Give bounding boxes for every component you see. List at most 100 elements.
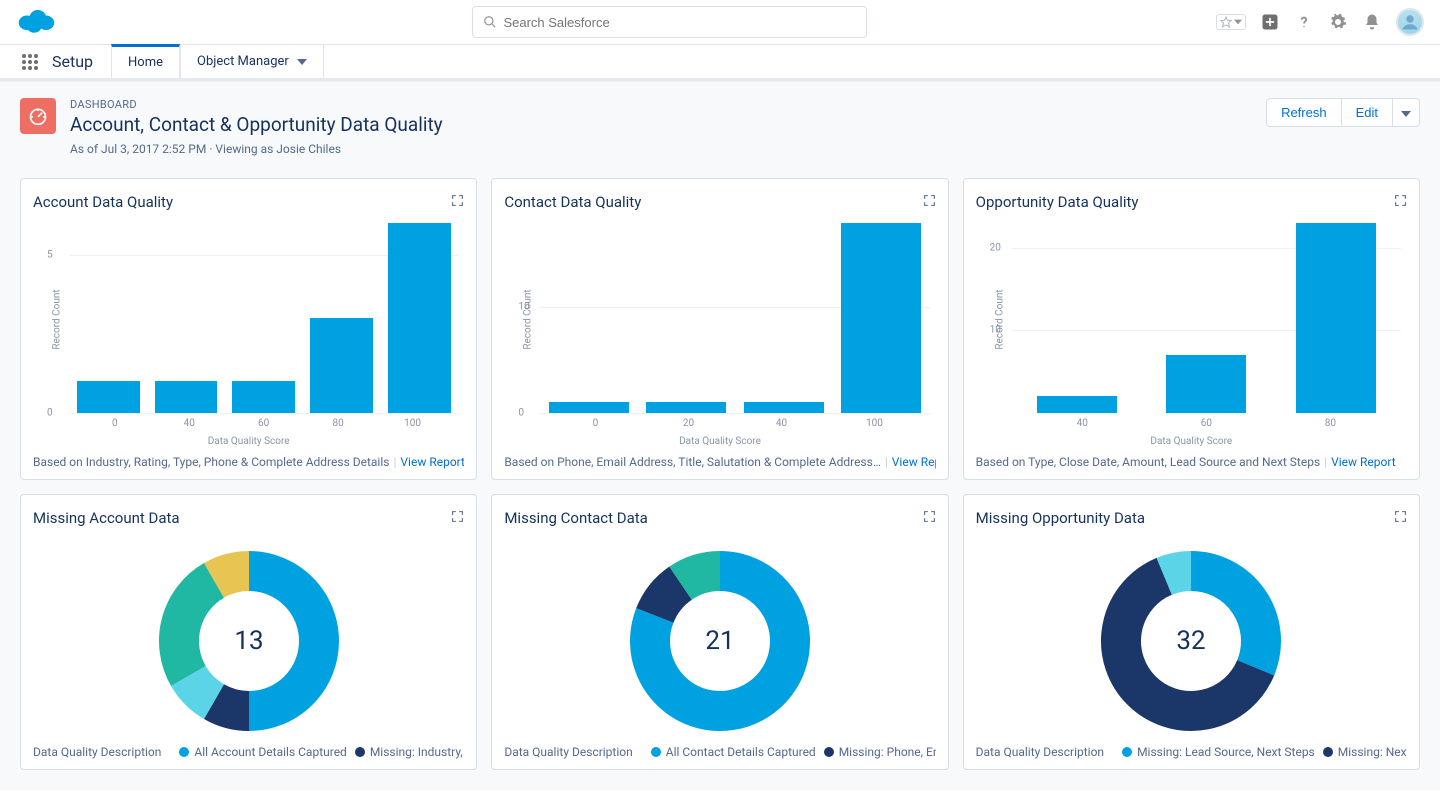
page-subtitle: As of Jul 3, 2017 2:52 PM · Viewing as J… xyxy=(70,142,443,156)
donut-center-value: 13 xyxy=(234,626,263,656)
bar[interactable] xyxy=(77,223,140,413)
tab-object-manager[interactable]: Object Manager xyxy=(180,45,324,78)
card-footer: Based on Industry, Rating, Type, Phone &… xyxy=(33,455,464,469)
y-axis-label: Record Count xyxy=(994,289,1005,349)
legend-swatch xyxy=(1323,747,1333,757)
edit-button[interactable]: Edit xyxy=(1342,98,1393,127)
card-footer: Based on Type, Close Date, Amount, Lead … xyxy=(976,455,1407,469)
page-header: DASHBOARD Account, Contact & Opportunity… xyxy=(0,82,1440,170)
x-tick-label: 40 xyxy=(741,418,821,429)
x-tick-label: 0 xyxy=(78,418,152,429)
bar[interactable] xyxy=(232,223,295,413)
expand-icon[interactable] xyxy=(1394,510,1407,527)
card-title: Opportunity Data Quality xyxy=(976,193,1139,211)
legend-label: Data Quality Description xyxy=(504,745,632,759)
legend: Data Quality Description All Contact Deta… xyxy=(504,745,935,759)
view-report-link[interactable]: View Report xyxy=(1331,455,1396,469)
card-title: Account Data Quality xyxy=(33,193,173,211)
bar-chart: Record Count 05 0406080100 Data Quality … xyxy=(33,219,464,449)
search-input[interactable] xyxy=(503,15,856,30)
bar-chart: Record Count 1020 406080 Data Quality Sc… xyxy=(976,219,1407,449)
card-contact_bar: Contact Data Quality Record Count 010 02… xyxy=(491,178,948,480)
card-account_bar: Account Data Quality Record Count 05 040… xyxy=(20,178,477,480)
view-report-link[interactable]: View Report xyxy=(892,455,936,469)
bar[interactable] xyxy=(1166,223,1246,413)
expand-icon[interactable] xyxy=(451,510,464,527)
search-box[interactable] xyxy=(472,6,867,38)
tab-home[interactable]: Home xyxy=(111,44,180,78)
legend-item: Missing: Industry, Ra xyxy=(370,745,465,759)
donut-segment[interactable] xyxy=(655,583,681,615)
global-search xyxy=(472,6,867,38)
search-icon xyxy=(483,15,497,29)
bar[interactable] xyxy=(388,223,451,413)
donut-segment[interactable] xyxy=(179,580,214,676)
legend-swatch xyxy=(179,747,189,757)
x-tick-label: 100 xyxy=(835,418,915,429)
bar[interactable] xyxy=(744,223,824,413)
donut-segment[interactable] xyxy=(1165,571,1192,576)
header-utility xyxy=(1216,8,1424,36)
legend-swatch xyxy=(355,747,365,757)
donut-center-value: 32 xyxy=(1177,626,1206,656)
legend-item: Missing: Next St xyxy=(1338,745,1407,759)
dashboard-grid: Account Data Quality Record Count 05 040… xyxy=(0,170,1440,790)
legend-label: Data Quality Description xyxy=(33,745,161,759)
expand-icon[interactable] xyxy=(923,510,936,527)
expand-icon[interactable] xyxy=(923,194,936,211)
legend-item: All Contact Details Captured xyxy=(666,745,816,759)
notifications-bell-icon[interactable] xyxy=(1362,12,1382,32)
bar[interactable] xyxy=(155,223,218,413)
help-icon[interactable] xyxy=(1294,12,1314,32)
y-axis-label: Record Count xyxy=(523,289,534,349)
view-report-link[interactable]: View Report xyxy=(400,455,464,469)
legend-item: Missing: Phone, Ema xyxy=(839,745,936,759)
card-opportunity_donut: Missing Opportunity Data 32 Data Quality… xyxy=(963,494,1420,770)
card-title: Missing Contact Data xyxy=(504,509,648,527)
card-account_donut: Missing Account Data 13 Data Quality Des… xyxy=(20,494,477,770)
card-title: Missing Account Data xyxy=(33,509,180,527)
card-title: Missing Opportunity Data xyxy=(976,509,1145,527)
bar[interactable] xyxy=(841,223,921,413)
donut-segment[interactable] xyxy=(681,571,720,583)
tab-object-manager-label: Object Manager xyxy=(197,54,289,69)
y-axis-label: Record Count xyxy=(52,289,63,349)
global-header xyxy=(0,0,1440,45)
setup-gear-icon[interactable] xyxy=(1328,12,1348,32)
page-title: Account, Contact & Opportunity Data Qual… xyxy=(70,113,443,136)
x-axis-label: Data Quality Score xyxy=(33,436,464,447)
expand-icon[interactable] xyxy=(1394,194,1407,211)
tab-home-label: Home xyxy=(128,55,163,70)
chevron-down-icon xyxy=(297,54,307,69)
x-tick-label: 0 xyxy=(555,418,635,429)
card-title: Contact Data Quality xyxy=(504,193,641,211)
refresh-button[interactable]: Refresh xyxy=(1266,98,1342,127)
add-button[interactable] xyxy=(1260,12,1280,32)
x-tick-label: 80 xyxy=(1290,418,1370,429)
x-tick-label: 80 xyxy=(301,418,375,429)
dashboard-icon xyxy=(20,98,56,134)
donut-segment[interactable] xyxy=(214,702,249,711)
x-tick-label: 60 xyxy=(1166,418,1246,429)
user-avatar[interactable] xyxy=(1396,8,1424,36)
donut-segment[interactable] xyxy=(188,676,214,702)
app-launcher-icon[interactable] xyxy=(16,45,44,78)
donut-center-value: 21 xyxy=(705,626,734,656)
x-tick-label: 100 xyxy=(375,418,449,429)
legend-swatch xyxy=(1122,747,1132,757)
bar-chart: Record Count 010 02040100 Data Quality S… xyxy=(504,219,935,449)
bar[interactable] xyxy=(549,223,629,413)
donut-chart: 21 xyxy=(504,535,935,741)
x-tick-label: 60 xyxy=(226,418,300,429)
bar[interactable] xyxy=(646,223,726,413)
donut-segment[interactable] xyxy=(214,571,249,580)
more-actions-button[interactable] xyxy=(1393,98,1420,127)
bar[interactable] xyxy=(310,223,373,413)
card-contact_donut: Missing Contact Data 21 Data Quality Des… xyxy=(491,494,948,770)
expand-icon[interactable] xyxy=(451,194,464,211)
bar[interactable] xyxy=(1296,223,1376,413)
salesforce-logo[interactable] xyxy=(16,6,56,38)
legend-swatch xyxy=(651,747,661,757)
bar[interactable] xyxy=(1037,223,1117,413)
favorites-button[interactable] xyxy=(1216,14,1246,30)
